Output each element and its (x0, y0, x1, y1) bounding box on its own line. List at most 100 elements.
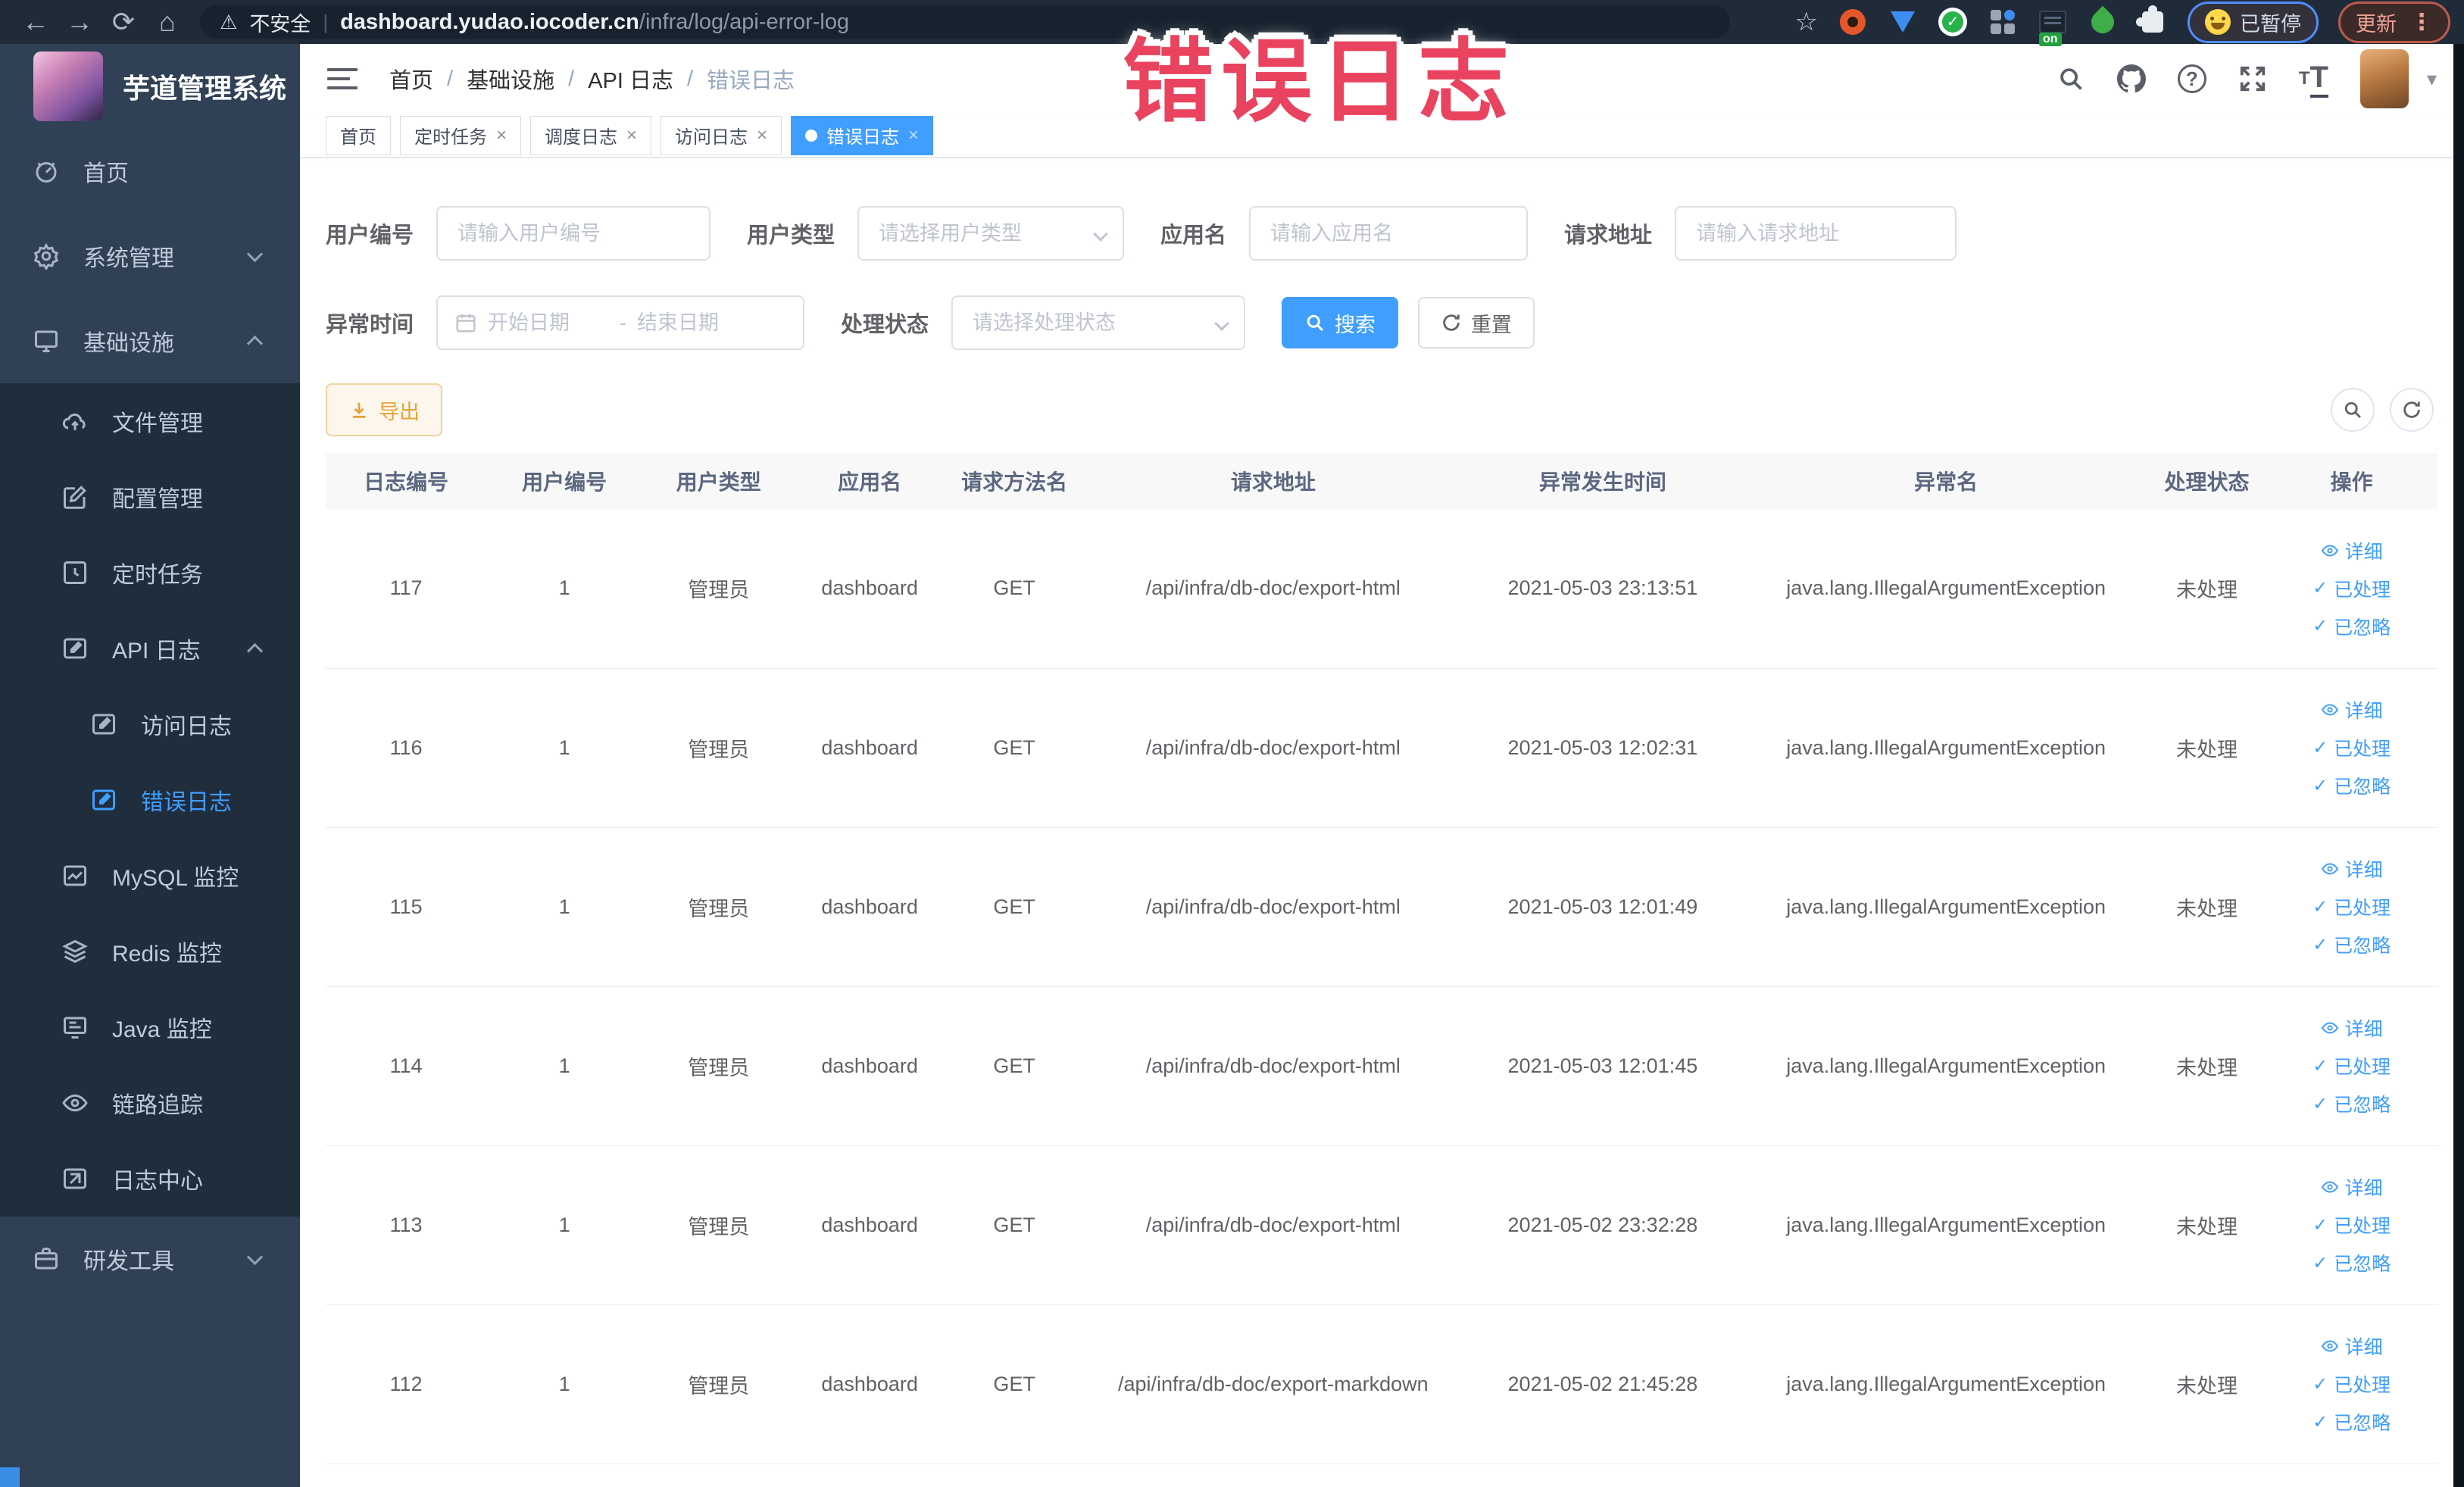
mark-ignored-link[interactable]: ✓ 已忽略 (2313, 1408, 2391, 1435)
cell-exception: java.lang.IllegalArgumentException (1743, 986, 2149, 1146)
detail-link[interactable]: 详细 (2321, 1014, 2383, 1042)
extension-orange-icon[interactable] (1838, 7, 1868, 37)
detail-link[interactable]: 详细 (2321, 1332, 2383, 1360)
sidebar-item-error-log[interactable]: 错误日志 (0, 762, 300, 838)
mark-processed-link[interactable]: ✓ 已处理 (2313, 1211, 2391, 1239)
sidebar-item-api-log[interactable]: API 日志 (0, 611, 300, 686)
end-date-input[interactable] (637, 311, 759, 335)
help-icon[interactable]: ? (2177, 64, 2206, 93)
paused-extension-badge[interactable]: 已暂停 (2188, 1, 2319, 43)
sidebar-item-java-monitor[interactable]: Java 监控 (0, 989, 300, 1065)
export-button[interactable]: 导出 (326, 383, 442, 436)
browser-back-icon[interactable]: ← (14, 6, 58, 38)
tab-schedule-log[interactable]: 调度日志 × (530, 115, 652, 155)
avatar-dropdown-caret-icon[interactable]: ▾ (2427, 67, 2437, 91)
filter-row-2: 异常时间 - 处理状态 (326, 295, 2438, 350)
user-avatar[interactable] (2359, 49, 2409, 108)
detail-link[interactable]: 详细 (2321, 537, 2383, 564)
mark-processed-link[interactable]: ✓ 已处理 (2313, 893, 2391, 920)
start-date-input[interactable] (488, 311, 610, 335)
cell-log-id: 115 (326, 827, 486, 987)
mark-processed-link[interactable]: ✓ 已处理 (2313, 1052, 2391, 1079)
sidebar-item-system[interactable]: 系统管理 (0, 214, 300, 298)
sidebar-item-mysql-monitor[interactable]: MySQL 监控 (0, 838, 300, 914)
sidebar-item-redis-monitor[interactable]: Redis 监控 (0, 914, 300, 989)
fullscreen-icon[interactable] (2238, 64, 2267, 93)
cell-user-id: 1 (486, 1304, 643, 1464)
reset-button[interactable]: 重置 (1418, 297, 1535, 348)
mark-processed-link[interactable]: ✓ 已处理 (2313, 734, 2391, 761)
search-button[interactable]: 搜索 (1282, 297, 1399, 348)
mark-processed-link[interactable]: ✓ 已处理 (2313, 575, 2391, 602)
cell-time: 2021-05-03 12:02:31 (1462, 668, 1744, 828)
mark-ignored-link[interactable]: ✓ 已忽略 (2313, 931, 2391, 958)
tab-error-log[interactable]: 错误日志 × (791, 115, 934, 155)
browser-reload-icon[interactable]: ⟳ (101, 6, 145, 38)
request-url-input[interactable] (1675, 206, 1957, 261)
user-type-select[interactable] (857, 206, 1125, 261)
breadcrumb-home[interactable]: 首页 (389, 63, 433, 95)
extension-grid-icon[interactable] (1988, 7, 2018, 37)
close-icon[interactable]: × (908, 125, 919, 146)
browser-update-badge[interactable]: 更新 ⋮ (2338, 1, 2450, 43)
bookmark-star-icon[interactable]: ☆ (1795, 7, 1818, 37)
sidebar-item-trace[interactable]: 链路追踪 (0, 1065, 300, 1141)
tab-job[interactable]: 定时任务 × (400, 115, 522, 155)
sidebar-item-label: 配置管理 (112, 487, 203, 512)
sidebar-collapse-icon[interactable] (327, 62, 358, 95)
table-row[interactable]: 114 1 管理员 dashboard GET /api/infra/db-do… (326, 986, 2438, 1146)
date-range-picker[interactable]: - (436, 295, 805, 350)
breadcrumb-infra[interactable]: 基础设施 (467, 63, 554, 95)
tab-home[interactable]: 首页 (326, 115, 391, 155)
sidebar-item-access-log[interactable]: 访问日志 (0, 686, 300, 762)
app-name-input[interactable] (1249, 206, 1529, 261)
browser-menu-icon[interactable]: ⋮ (2410, 9, 2433, 36)
extension-on-switch-icon[interactable]: on (2038, 7, 2068, 46)
table-row[interactable]: 117 1 管理员 dashboard GET /api/infra/db-do… (326, 509, 2438, 669)
mark-ignored-link[interactable]: ✓ 已忽略 (2313, 1090, 2391, 1117)
sidebar-item-file-manage[interactable]: 文件管理 (0, 383, 300, 459)
sidebar-item-log-center[interactable]: 日志中心 (0, 1141, 300, 1217)
sidebar-item-dev-tools[interactable]: 研发工具 (0, 1217, 300, 1301)
extension-leaf-icon[interactable] (2086, 5, 2119, 39)
table-row[interactable]: 112 1 管理员 dashboard GET /api/infra/db-do… (326, 1304, 2438, 1464)
cloud-upload-icon (61, 407, 89, 436)
browser-forward-icon[interactable]: → (58, 6, 101, 38)
breadcrumb-api-log[interactable]: API 日志 (588, 63, 673, 95)
mark-ignored-link[interactable]: ✓ 已忽略 (2313, 772, 2391, 799)
sidebar-item-config-manage[interactable]: 配置管理 (0, 459, 300, 535)
user-id-label: 用户编号 (326, 223, 414, 248)
detail-link[interactable]: 详细 (2321, 1173, 2383, 1201)
refresh-table-button[interactable] (2390, 388, 2434, 432)
sidebar-item-job[interactable]: 定时任务 (0, 535, 300, 611)
security-label[interactable]: 不安全 (249, 8, 311, 37)
extensions-puzzle-icon[interactable] (2136, 5, 2168, 37)
mark-ignored-link[interactable]: ✓ 已忽略 (2313, 613, 2391, 640)
browser-home-icon[interactable]: ⌂ (145, 6, 189, 38)
address-bar[interactable]: ⚠ 不安全 | dashboard.yudao.iocoder.cn/infra… (200, 5, 1730, 39)
user-id-input[interactable] (436, 206, 711, 261)
mark-processed-link[interactable]: ✓ 已处理 (2313, 1370, 2391, 1398)
sidebar-item-infra[interactable]: 基础设施 (0, 298, 300, 383)
extension-green-check-icon[interactable]: ✓ (1938, 7, 1968, 37)
sidebar-item-home[interactable]: 首页 (0, 129, 300, 214)
page-scrollbar[interactable] (2453, 44, 2464, 1487)
close-icon[interactable]: × (496, 125, 507, 146)
mark-ignored-link[interactable]: ✓ 已忽略 (2313, 1249, 2391, 1276)
table-row[interactable]: 116 1 管理员 dashboard GET /api/infra/db-do… (326, 668, 2438, 828)
github-icon[interactable] (2116, 64, 2146, 93)
font-size-icon[interactable]: TT (2299, 61, 2328, 98)
table-row[interactable]: 113 1 管理员 dashboard GET /api/infra/db-do… (326, 1145, 2438, 1305)
close-icon[interactable]: × (757, 125, 767, 146)
extension-shield-icon[interactable] (1888, 7, 1918, 37)
process-status-select[interactable] (951, 295, 1246, 350)
detail-link[interactable]: 详细 (2321, 855, 2383, 883)
sidebar-logo-row[interactable]: 芋道管理系统 (0, 44, 300, 129)
tab-access-log[interactable]: 访问日志 × (661, 115, 782, 155)
detail-link[interactable]: 详细 (2321, 696, 2383, 723)
table-row[interactable]: 115 1 管理员 dashboard GET /api/infra/db-do… (326, 827, 2438, 987)
search-icon[interactable] (2056, 64, 2085, 93)
toggle-search-button[interactable] (2331, 388, 2375, 432)
close-icon[interactable]: × (626, 125, 637, 146)
process-status-label: 处理状态 (841, 313, 929, 337)
